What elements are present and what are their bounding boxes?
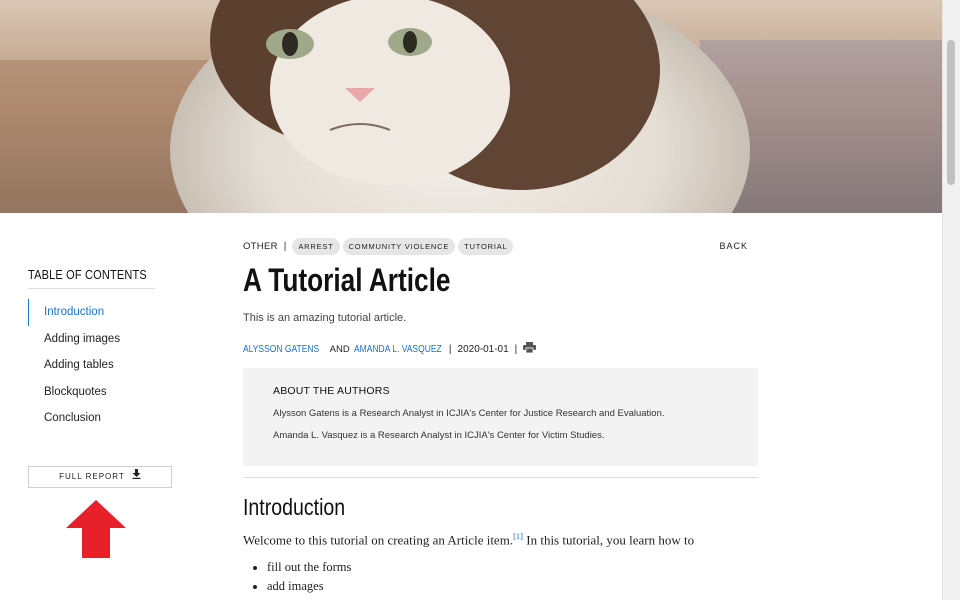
article: OTHER | ARREST COMMUNITY VIOLENCE TUTORI… bbox=[243, 236, 758, 598]
about-authors-box: ABOUT THE AUTHORS Alysson Gatens is a Re… bbox=[243, 368, 758, 466]
author-bio-gatens: Alysson Gatens is a Research Analyst in … bbox=[273, 408, 665, 419]
intro-text: Welcome to this tutorial on creating an … bbox=[243, 532, 514, 548]
tag-tutorial[interactable]: TUTORIAL bbox=[458, 237, 514, 255]
author-link-gatens[interactable]: ALYSSON GATENS bbox=[243, 344, 319, 355]
list-item: fill out the forms bbox=[267, 560, 758, 579]
intro-text-continued: In this tutorial, you learn how to bbox=[523, 532, 695, 548]
publish-date: 2020-01-01 bbox=[457, 343, 509, 355]
toc-title: TABLE OF CONTENTS bbox=[28, 268, 155, 289]
toc-list: Introduction Adding images Adding tables… bbox=[28, 299, 172, 432]
toc-item-introduction[interactable]: Introduction bbox=[28, 299, 172, 326]
article-summary: This is an amazing tutorial article. bbox=[243, 312, 407, 324]
author-link-vasquez[interactable]: AMANDA L. VASQUEZ bbox=[354, 344, 442, 355]
full-report-label: FULL REPORT bbox=[59, 472, 125, 482]
article-meta: OTHER | ARREST COMMUNITY VIOLENCE TUTORI… bbox=[243, 236, 758, 256]
scrollbar[interactable] bbox=[942, 0, 960, 600]
toc-item-conclusion[interactable]: Conclusion bbox=[28, 405, 172, 432]
about-authors-title: ABOUT THE AUTHORS bbox=[273, 385, 390, 397]
full-report-button[interactable]: FULL REPORT bbox=[28, 466, 172, 488]
footnote-link[interactable]: [1] bbox=[513, 531, 523, 541]
author-bio-vasquez: Amanda L. Vasquez is a Research Analyst … bbox=[273, 430, 605, 441]
back-button[interactable]: BACK bbox=[719, 241, 748, 251]
byline: ALYSSON GATENS AND AMANDA L. VASQUEZ | 2… bbox=[243, 342, 758, 356]
scroll-thumb[interactable] bbox=[947, 40, 955, 185]
toc-item-adding-tables[interactable]: Adding tables bbox=[28, 352, 172, 379]
tag-community-violence[interactable]: COMMUNITY VIOLENCE bbox=[342, 237, 456, 255]
intro-paragraph: Welcome to this tutorial on creating an … bbox=[243, 531, 758, 548]
byline-and: AND bbox=[329, 343, 350, 355]
toc-item-blockquotes[interactable]: Blockquotes bbox=[28, 379, 172, 406]
category-label[interactable]: OTHER bbox=[243, 241, 278, 252]
byline-separator: | bbox=[448, 343, 452, 355]
article-title: A Tutorial Article bbox=[243, 262, 451, 298]
byline-separator-2: | bbox=[514, 343, 518, 355]
tag-arrest[interactable]: ARREST bbox=[292, 237, 340, 255]
list-item: add images bbox=[267, 579, 758, 598]
section-heading-introduction: Introduction bbox=[243, 494, 346, 520]
bullet-list: fill out the forms add images bbox=[243, 560, 758, 598]
download-icon bbox=[132, 467, 141, 487]
toc-item-adding-images[interactable]: Adding images bbox=[28, 326, 172, 353]
hero-image bbox=[0, 0, 943, 213]
divider bbox=[243, 477, 758, 478]
table-of-contents: TABLE OF CONTENTS Introduction Adding im… bbox=[28, 268, 172, 432]
separator: | bbox=[283, 240, 287, 252]
print-icon[interactable] bbox=[523, 342, 537, 356]
red-up-arrow-annotation bbox=[66, 500, 126, 558]
